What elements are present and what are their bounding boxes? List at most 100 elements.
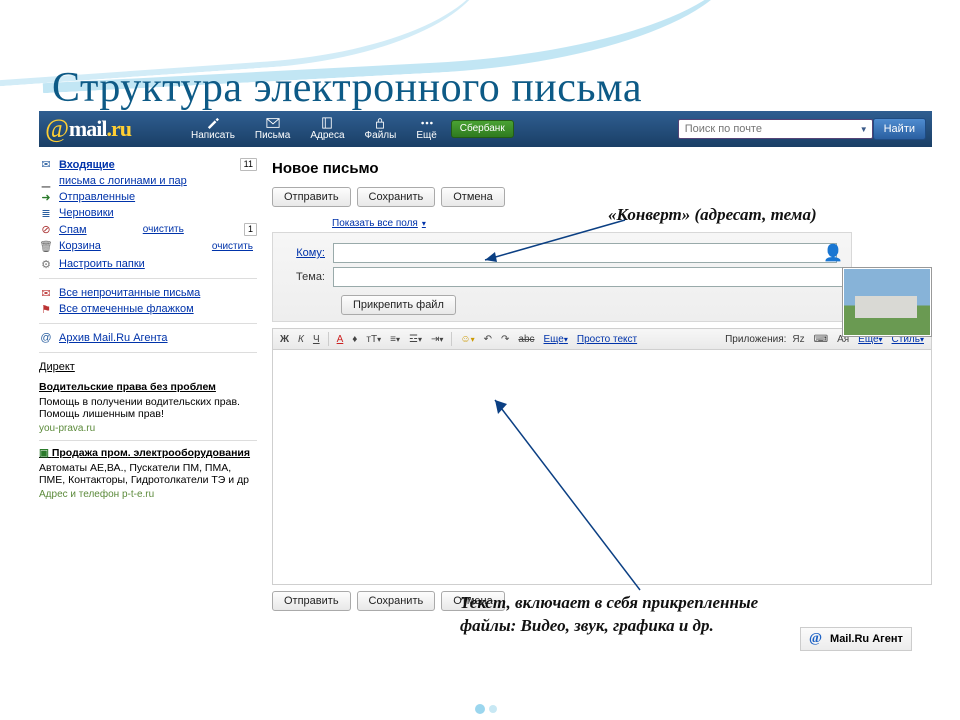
ad-url: Адрес и телефон p-t-e.ru	[39, 489, 257, 500]
ban-icon: ⊘	[39, 225, 53, 235]
folder-label: письма с логинами и пар	[59, 175, 187, 187]
ad-block-2[interactable]: ▣ Продажа пром. электрооборудования Авто…	[39, 447, 257, 500]
italic-button[interactable]: К	[295, 333, 307, 346]
search-button[interactable]: Найти	[873, 118, 926, 140]
virtual-keyboard-button[interactable]: ⌨	[811, 333, 831, 346]
folder-flagged[interactable]: ⚑ Все отмеченные флажком	[39, 301, 257, 317]
plain-text-link[interactable]: Просто текст	[574, 334, 640, 345]
annotation-body: Текст, включает в себя прикрепленные фай…	[460, 592, 780, 638]
folder-trash[interactable]: 🗑 Корзина очистить	[39, 238, 257, 254]
search-input[interactable]	[678, 119, 873, 139]
nav-mail[interactable]: Письма	[245, 115, 300, 143]
at-icon: @	[39, 333, 53, 343]
highlight-button[interactable]: ♦	[349, 333, 360, 346]
pencil-icon	[206, 117, 220, 129]
folder-unread[interactable]: ✉ Все непрочитанные письма	[39, 285, 257, 301]
folder-label: Отправленные	[59, 191, 135, 203]
send-button[interactable]: Отправить	[272, 187, 351, 207]
to-input[interactable]	[333, 243, 837, 263]
folder-inbox[interactable]: ✉ Входящие 11	[39, 156, 257, 173]
folder-label: Все отмеченные флажком	[59, 303, 194, 315]
subject-input[interactable]	[333, 267, 843, 287]
folder-sent[interactable]: ➜ Отправленные	[39, 189, 257, 205]
bold-button[interactable]: Ж	[277, 333, 292, 346]
editor-body[interactable]	[272, 350, 932, 585]
attach-file-button[interactable]: Прикрепить файл	[341, 295, 456, 315]
header-nav: Написать Письма Адреса Файлы Ещё Сбербан…	[181, 115, 514, 143]
nav-label: Ещё	[416, 130, 436, 141]
compose-fields: Кому: 👤 Тема: Прикрепить файл	[272, 232, 852, 322]
unread-count: 11	[240, 158, 257, 171]
ad-block-1[interactable]: Водительские права без проблем Помощь в …	[39, 381, 257, 434]
chevron-down-icon: ▾	[422, 219, 426, 228]
divider	[39, 323, 257, 324]
contacts-icon[interactable]: 👤	[823, 243, 843, 263]
mailru-logo[interactable]: @ mail.ru	[39, 111, 141, 147]
link-label: Показать все поля	[332, 218, 418, 229]
ad-title: Водительские права без проблем	[39, 381, 257, 393]
subject-label: Тема:	[281, 271, 325, 283]
slide-title: Структура электронного письма	[52, 64, 642, 112]
action-buttons-top: Отправить Сохранить Отмена	[272, 187, 932, 207]
cancel-button[interactable]: Отмена	[441, 187, 504, 207]
folder-label: Архив Mail.Ru Агента	[59, 332, 168, 344]
save-button[interactable]: Сохранить	[357, 187, 436, 207]
list-button[interactable]: ☲▾	[406, 333, 425, 346]
nav-addresses[interactable]: Адреса	[300, 115, 354, 143]
compose-title: Новое письмо	[272, 160, 932, 177]
sberbank-button[interactable]: Сбербанк	[451, 120, 514, 138]
envelope-icon	[266, 117, 280, 129]
save-button-bottom[interactable]: Сохранить	[357, 591, 436, 611]
font-size-button[interactable]: тТ▾	[363, 333, 384, 346]
flag-icon: ⚑	[39, 304, 53, 314]
redo-button[interactable]: ↷	[498, 333, 512, 346]
folder-label: Корзина	[59, 240, 101, 252]
translit-button[interactable]: Яz	[789, 333, 807, 346]
editor-toolbar: Ж К Ч A ♦ тТ▾ ≡▾ ☲▾ ⇥▾ ☺▾ ↶ ↷ abc Еще▾ П…	[272, 328, 932, 350]
clear-trash-link[interactable]: очистить	[212, 241, 257, 252]
font-color-button[interactable]: A	[334, 333, 347, 346]
nav-files[interactable]: Файлы	[355, 115, 407, 143]
underline-button[interactable]: Ч	[310, 333, 323, 346]
ad-title: ▣ Продажа пром. электрооборудования	[39, 447, 257, 459]
image-attachment-thumb[interactable]	[842, 267, 932, 337]
folder-label: Спам	[59, 224, 87, 236]
emoji-button[interactable]: ☺▾	[457, 333, 477, 346]
folder-label: Входящие	[59, 159, 115, 171]
logo-at-icon: @	[45, 114, 69, 144]
show-all-fields-link[interactable]: Показать все поля ▾	[332, 218, 426, 229]
document-icon: ≣	[39, 208, 53, 218]
apps-label: Приложения:	[725, 334, 786, 345]
folder-label: Черновики	[59, 207, 114, 219]
book-icon	[320, 117, 334, 129]
align-button[interactable]: ≡▾	[387, 333, 403, 346]
nav-label: Написать	[191, 130, 235, 141]
nav-compose[interactable]: Написать	[181, 115, 245, 143]
send-button-bottom[interactable]: Отправить	[272, 591, 351, 611]
spellcheck-button[interactable]: abc	[515, 333, 537, 346]
decorative-dot	[489, 705, 497, 713]
clear-spam-link[interactable]: очистить	[143, 224, 188, 235]
annotation-envelope: «Конверт» (адресат, тема)	[608, 204, 817, 227]
divider	[39, 352, 257, 353]
ad-text: Автоматы АЕ,ВА., Пускатели ПМ, ПМА, ПМЕ,…	[39, 462, 257, 486]
folder-archive[interactable]: @ Архив Mail.Ru Агента	[39, 330, 257, 346]
direct-label: Директ	[39, 359, 257, 375]
toolbar-more-link[interactable]: Еще▾	[541, 334, 571, 345]
to-label[interactable]: Кому:	[281, 247, 325, 259]
nav-more[interactable]: Ещё	[406, 115, 446, 143]
folder-drafts[interactable]: ≣ Черновики	[39, 205, 257, 221]
folder-spam[interactable]: ⊘ Спам очистить 1	[39, 221, 257, 238]
folder-icon: ▁	[39, 176, 53, 186]
nav-label: Адреса	[310, 130, 344, 141]
divider	[39, 440, 257, 441]
divider	[328, 332, 329, 346]
indent-button[interactable]: ⇥▾	[428, 333, 446, 346]
gear-icon: ⚙	[39, 259, 53, 269]
sidebar: ✉ Входящие 11 ▁ письма с логинами и пар …	[39, 156, 257, 500]
mailru-agent-bar[interactable]: @ Mail.Ru Агент	[800, 627, 912, 651]
folder-settings-link[interactable]: ⚙ Настроить папки	[39, 256, 257, 272]
folder-logins[interactable]: ▁ письма с логинами и пар	[39, 173, 257, 189]
folder-label: Настроить папки	[59, 258, 145, 270]
undo-button[interactable]: ↶	[481, 333, 495, 346]
